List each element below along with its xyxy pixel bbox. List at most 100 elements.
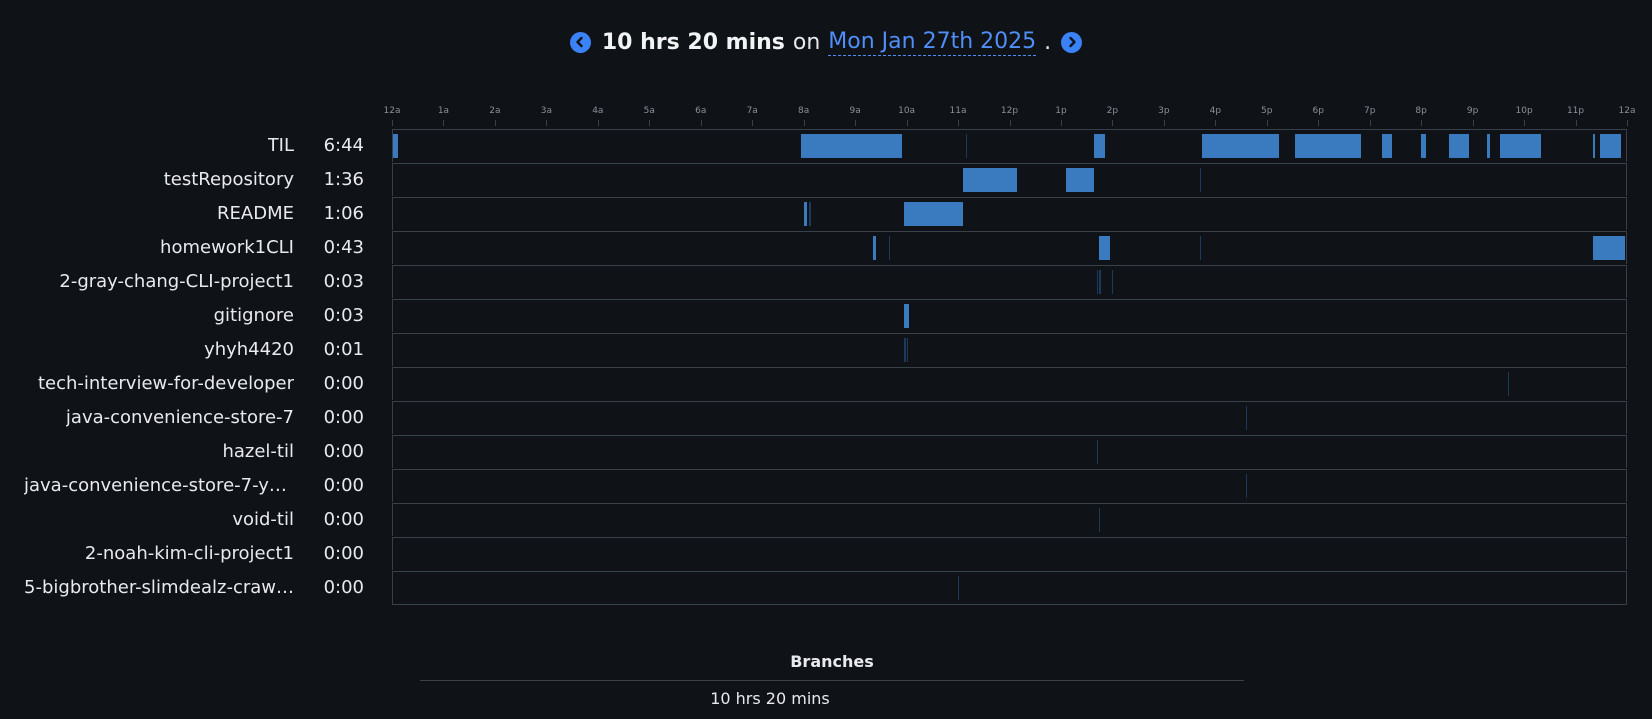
axis-tick-mark	[1627, 120, 1628, 126]
project-time: 0:00	[323, 475, 364, 496]
project-row: README 1:06	[0, 197, 1652, 231]
project-time: 6:44	[323, 135, 364, 156]
activity-segment[interactable]	[1101, 236, 1110, 260]
project-name[interactable]: 5-bigbrother-slimdealz-craw…	[24, 571, 294, 605]
activity-segment[interactable]	[1199, 236, 1202, 260]
activity-segment[interactable]	[1099, 270, 1101, 294]
project-time: 0:00	[323, 577, 364, 598]
activity-segment[interactable]	[1500, 134, 1542, 158]
activity-segment[interactable]	[1448, 134, 1470, 158]
activity-segment[interactable]	[1592, 236, 1603, 260]
activity-segment[interactable]	[1202, 134, 1280, 158]
date-picker-link[interactable]: Mon Jan 27th 2025	[828, 29, 1037, 56]
activity-segment[interactable]	[873, 134, 902, 158]
axis-tick-mark	[1421, 120, 1423, 126]
previous-day-button[interactable]	[569, 31, 591, 53]
activity-segment[interactable]	[906, 304, 910, 328]
axis-tick-label: 5p	[1261, 106, 1273, 116]
activity-track	[392, 537, 1627, 570]
axis-tick-label: 7p	[1363, 106, 1376, 116]
project-name[interactable]: TIL	[268, 129, 294, 163]
total-time: 10 hrs 20 mins	[601, 29, 785, 55]
activity-segment[interactable]	[904, 338, 906, 362]
axis-tick-mark	[1112, 120, 1114, 126]
project-name[interactable]: gitignore	[214, 299, 294, 333]
activity-segment[interactable]	[963, 168, 1018, 192]
next-day-button[interactable]	[1061, 31, 1083, 53]
activity-segment[interactable]	[1600, 134, 1621, 158]
axis-tick-label: 4p	[1209, 106, 1222, 116]
project-time: 0:00	[323, 407, 364, 428]
activity-segment[interactable]	[393, 134, 399, 158]
project-name[interactable]: testRepository	[164, 163, 294, 197]
project-name[interactable]: 2-gray-chang-CLI-project1	[59, 265, 294, 299]
axis-tick-label: 8p	[1415, 106, 1427, 116]
axis-tick-mark	[1318, 120, 1320, 126]
activity-segment[interactable]	[1420, 134, 1426, 158]
activity-segment[interactable]	[1112, 270, 1114, 294]
activity-segment[interactable]	[809, 202, 811, 226]
branches-title: Branches	[790, 652, 874, 671]
activity-segment[interactable]	[801, 134, 822, 158]
project-name[interactable]: java-convenience-store-7-yh…	[24, 469, 294, 503]
axis-tick-mark	[649, 120, 651, 126]
activity-segment[interactable]	[1294, 134, 1362, 158]
activity-segment[interactable]	[1099, 508, 1101, 532]
axis-tick-label: 1p	[1055, 106, 1067, 116]
activity-segment[interactable]	[1245, 474, 1247, 498]
project-name[interactable]: java-convenience-store-7	[66, 401, 294, 435]
project-name[interactable]: yhyh4420	[204, 333, 294, 367]
activity-segment[interactable]	[958, 576, 960, 600]
activity-segment[interactable]	[888, 236, 890, 260]
activity-segment[interactable]	[1487, 134, 1490, 158]
time-axis: 12a 1a 2a 3a 4a 5a 6a 7a 8a 9a 10a 11a 12p 1p 2p 3p 4p 5p…	[384, 106, 1635, 128]
activity-segment[interactable]	[1592, 134, 1596, 158]
activity-segment[interactable]	[906, 338, 908, 362]
chevron-left-icon	[576, 36, 584, 48]
project-name[interactable]: tech-interview-for-developer	[38, 367, 294, 401]
project-name[interactable]: homework1CLI	[160, 231, 294, 265]
activity-segment[interactable]	[965, 134, 967, 158]
project-time: 0:01	[323, 339, 364, 360]
activity-track	[392, 265, 1627, 298]
project-time: 1:06	[323, 203, 364, 224]
axis-tick-mark	[1060, 120, 1062, 126]
project-name[interactable]: hazel-til	[222, 435, 294, 469]
activity-segment[interactable]	[1245, 406, 1247, 430]
activity-segment[interactable]	[1507, 372, 1509, 396]
activity-segment[interactable]	[1066, 168, 1095, 192]
project-name[interactable]: README	[217, 197, 294, 231]
project-time: 0:00	[323, 441, 364, 462]
axis-tick-mark	[443, 120, 445, 126]
activity-track	[392, 129, 1627, 162]
project-name[interactable]: void-til	[232, 503, 294, 537]
project-row: TIL 6:44	[0, 129, 1652, 163]
activity-track	[392, 163, 1627, 196]
period: .	[1044, 29, 1052, 55]
axis-tick-label: 3a	[540, 106, 552, 116]
axis-tick-label: 10p	[1515, 106, 1533, 116]
axis-tick-label: 2p	[1106, 106, 1119, 116]
axis-tick-label: 4a	[592, 106, 604, 116]
axis-tick-mark	[1215, 120, 1217, 126]
activity-track	[392, 231, 1627, 264]
activity-segment[interactable]	[821, 134, 874, 158]
activity-segment[interactable]	[1096, 270, 1099, 294]
activity-segment[interactable]	[1096, 440, 1098, 464]
activity-segment[interactable]	[804, 202, 807, 226]
chevron-right-icon	[1068, 36, 1076, 48]
project-time: 0:00	[323, 509, 364, 530]
activity-segment[interactable]	[1602, 236, 1626, 260]
activity-segment[interactable]	[1381, 134, 1393, 158]
activity-segment[interactable]	[873, 236, 876, 260]
activity-segment[interactable]	[1094, 134, 1105, 158]
axis-tick-mark	[906, 120, 908, 126]
branches-divider	[420, 680, 1244, 681]
activity-segment[interactable]	[1199, 168, 1202, 192]
project-row: tech-interview-for-developer 0:00	[0, 367, 1652, 401]
project-name[interactable]: 2-noah-kim-cli-project1	[85, 537, 294, 571]
axis-tick-mark	[1009, 120, 1011, 126]
project-row: void-til 0:00	[0, 503, 1652, 537]
activity-segment[interactable]	[909, 202, 964, 226]
project-timeline: TIL 6:44 testRepository 1:36 README 1:06 homew…	[0, 129, 1652, 605]
